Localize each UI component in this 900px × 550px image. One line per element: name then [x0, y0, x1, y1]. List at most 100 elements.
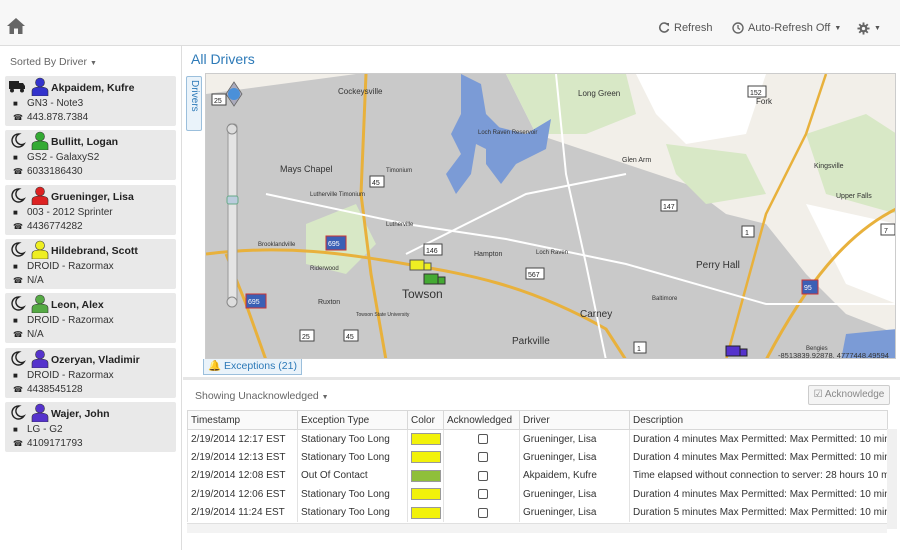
- acknowledged-checkbox[interactable]: [478, 433, 488, 444]
- table-row[interactable]: 2/19/2014 12:06 EST Stationary Too Long Gr…: [187, 485, 888, 504]
- map-label: Upper Falls: [836, 193, 872, 200]
- driver-card[interactable]: Akpaidem, Kufre ■ GN3 - Note3 ☎ 443.878.7384: [5, 76, 176, 126]
- phone-icon: ☎: [13, 330, 23, 340]
- acknowledged-checkbox[interactable]: [478, 452, 488, 463]
- table-row[interactable]: 2/19/2014 12:17 EST Stationary Too Long Gr…: [187, 429, 888, 448]
- map-canvas[interactable]: Cockeysville Long Green Fork Loch Raven …: [206, 74, 896, 359]
- timestamp-cell: 2/19/2014 11:24 EST: [187, 503, 298, 522]
- moon-icon: [11, 133, 26, 148]
- color-cell: [407, 448, 444, 467]
- caret-down-icon: ▼: [89, 60, 97, 67]
- table-row[interactable]: 2/19/2014 11:24 EST Stationary Too Long Gr…: [187, 503, 888, 522]
- driver-avatar-icon: [31, 294, 49, 314]
- timestamp-cell: 2/19/2014 12:06 EST: [187, 485, 298, 504]
- map-label: Long Green: [578, 89, 620, 98]
- auto-refresh-dropdown[interactable]: Auto-Refresh Off ▼: [732, 22, 841, 34]
- driver-name: Ozeryan, Vladimir: [51, 353, 140, 366]
- driver-device-row: ■ LG - G2: [13, 424, 63, 435]
- driver-name: Grueninger, Lisa: [51, 190, 134, 203]
- sort-dropdown[interactable]: Sorted By Driver ▼: [10, 56, 97, 68]
- driver-card[interactable]: Ozeryan, Vladimir ■ DROID - Razormax ☎ 44385…: [5, 347, 176, 398]
- map-label: Baltimore: [652, 296, 678, 302]
- panel-splitter[interactable]: [183, 377, 900, 380]
- driver-card[interactable]: Bullitt, Logan ■ GS2 - GalaxyS2 ☎ 6033186430: [5, 130, 176, 181]
- map-label: Glen Arm: [622, 157, 651, 164]
- driver-avatar-icon: [31, 131, 49, 151]
- driver-phone-row: ☎ N/A: [13, 329, 44, 340]
- color-cell: [407, 485, 444, 504]
- moon-icon: [11, 405, 26, 420]
- map-label: Mays Chapel: [280, 164, 333, 174]
- map-label: Cockeysville: [338, 87, 383, 96]
- acknowledged-checkbox[interactable]: [478, 507, 488, 518]
- exception-type-cell: Stationary Too Long: [297, 429, 408, 448]
- table-row[interactable]: 2/19/2014 12:13 EST Stationary Too Long Gr…: [187, 448, 888, 467]
- auto-refresh-label: Auto-Refresh Off: [748, 22, 831, 34]
- color-cell: [407, 466, 444, 485]
- map-label: Brooklandville: [258, 242, 296, 248]
- column-header[interactable]: Exception Type: [297, 410, 408, 430]
- moon-icon: [11, 296, 26, 311]
- map-label: Loch Raven Reservoir: [478, 130, 537, 136]
- exceptions-tab[interactable]: 🔔 Exceptions (21): [203, 359, 302, 375]
- home-icon[interactable]: [6, 17, 26, 35]
- route-shield: 45: [372, 180, 380, 187]
- driver-device: 003 - 2012 Sprinter: [27, 206, 113, 218]
- truck-icon: ■: [13, 316, 18, 326]
- route-shield: 567: [528, 272, 540, 279]
- truck-icon: ■: [13, 424, 18, 434]
- map-view[interactable]: Cockeysville Long Green Fork Loch Raven …: [205, 73, 896, 359]
- driver-card[interactable]: Leon, Alex ■ DROID - Razormax ☎ N/A: [5, 293, 176, 344]
- driver-phone: 4109171793: [27, 437, 83, 449]
- driver-phone-row: ☎ 4438545128: [13, 384, 83, 395]
- column-header[interactable]: Description: [629, 410, 888, 430]
- refresh-label: Refresh: [674, 22, 713, 34]
- driver-device-row: ■ DROID - Razormax: [13, 370, 114, 381]
- driver-device-row: ■ DROID - Razormax: [13, 261, 114, 272]
- driver-name: Leon, Alex: [51, 299, 104, 312]
- driver-device: DROID - Razormax: [27, 315, 114, 327]
- refresh-button[interactable]: Refresh: [658, 22, 713, 34]
- map-label: Lutherville: [386, 222, 414, 228]
- acknowledge-label: Acknowledge: [824, 389, 885, 400]
- driver-phone: N/A: [27, 329, 44, 341]
- acknowledge-button[interactable]: ☑ Acknowledge: [808, 385, 890, 405]
- exception-filter-dropdown[interactable]: Showing Unacknowledged ▼: [195, 390, 329, 402]
- acknowledged-checkbox[interactable]: [478, 470, 488, 481]
- truck-icon: ■: [13, 207, 18, 217]
- table-row[interactable]: 2/19/2014 12:08 EST Out Of Contact Akpaide…: [187, 466, 888, 485]
- driver-card[interactable]: Hildebrand, Scott ■ DROID - Razormax ☎ N/A: [5, 238, 176, 289]
- route-shield: 25: [214, 98, 222, 105]
- driver-sidebar: Sorted By Driver ▼ Akpaidem, Kufre ■ GN3 -…: [0, 46, 182, 550]
- acknowledged-cell: [443, 485, 520, 504]
- driver-device: DROID - Razormax: [27, 369, 114, 381]
- settings-dropdown[interactable]: ▼: [857, 22, 881, 35]
- route-shield: 95: [804, 285, 812, 292]
- driver-avatar-icon: [31, 403, 49, 422]
- driver-card[interactable]: Wajer, John ■ LG - G2 ☎ 4109171793: [5, 401, 176, 452]
- description-cell: Duration 4 minutes Max Permitted: Max Pe…: [629, 485, 888, 504]
- table-horizontal-scrollbar[interactable]: [187, 523, 887, 533]
- color-swatch: [411, 451, 441, 464]
- table-header-row: Timestamp Exception Type Color Acknowledged…: [187, 410, 888, 430]
- main-panel: All Drivers Drivers Cockeysville Long Gr…: [183, 46, 900, 550]
- phone-icon: ☎: [13, 113, 23, 122]
- color-swatch: [411, 488, 441, 501]
- route-shield: 1: [637, 346, 641, 353]
- column-header[interactable]: Timestamp: [187, 410, 298, 430]
- driver-phone-row: ☎ N/A: [13, 275, 44, 286]
- description-cell: Time elapsed without connection to serve…: [629, 466, 888, 485]
- map-label: Kingsville: [814, 163, 844, 170]
- page-title: All Drivers: [191, 51, 255, 67]
- truck-icon: ■: [13, 370, 18, 380]
- driver-card[interactable]: Grueninger, Lisa ■ 003 - 2012 Sprinter ☎ 443…: [5, 184, 176, 235]
- column-header[interactable]: Color: [407, 410, 444, 430]
- column-header[interactable]: Acknowledged: [443, 410, 520, 430]
- map-label: Towson State University: [356, 312, 410, 318]
- column-header[interactable]: Driver: [519, 410, 630, 430]
- table-vertical-scrollbar[interactable]: [887, 429, 897, 529]
- driver-avatar-icon: [31, 77, 49, 96]
- moon-icon: [11, 242, 26, 257]
- acknowledged-checkbox[interactable]: [478, 489, 488, 500]
- drivers-tab[interactable]: Drivers: [186, 76, 202, 131]
